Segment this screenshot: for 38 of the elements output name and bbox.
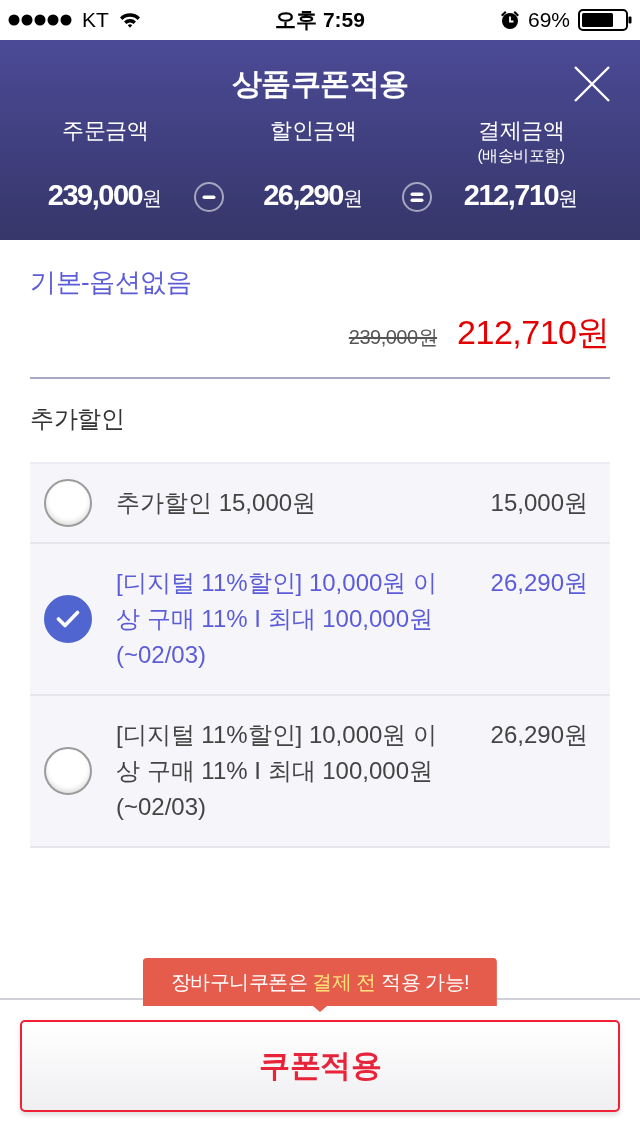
summary-amount: 212,710원 <box>463 178 579 213</box>
minus-circle-icon <box>194 181 224 212</box>
summary-label: 할인금액 <box>270 118 356 144</box>
coupon-option[interactable]: [디지털 11%할인] 10,000원 이상 구매 11% I 최대 100,000원 (~02/03) 26,290원 <box>30 696 610 848</box>
summary-label: 결제금액 <box>478 118 564 144</box>
alarm-clock-icon <box>499 10 520 30</box>
original-price: 239,000원 <box>348 325 438 350</box>
clock-time: 오후 7:59 <box>275 8 365 32</box>
notice-tooltip: 장바구니쿠폰은 결제 전 적용 가능! <box>142 958 498 1012</box>
sale-price: 212,710원 <box>457 312 610 352</box>
checkmark-icon <box>56 609 80 629</box>
apply-coupon-button[interactable]: 쿠폰적용 <box>20 1020 620 1112</box>
radio-button[interactable] <box>44 747 92 795</box>
equals-circle-icon <box>402 181 432 212</box>
battery-percentage: 69% <box>527 8 570 32</box>
wifi-icon <box>118 12 141 28</box>
product-option-name: 기본-옵션없음 <box>30 266 193 298</box>
coupon-description: [디지털 11%할인] 10,000원 이상 구매 11% I 최대 100,000원 (~02/03) <box>116 720 438 822</box>
section-title: 추가할인 <box>30 405 125 433</box>
radio-button[interactable] <box>44 479 92 527</box>
coupon-option[interactable]: 추가할인 15,000원 15,000원 <box>30 464 610 544</box>
radio-button[interactable] <box>44 595 92 643</box>
coupon-option[interactable]: [디지털 11%할인] 10,000원 이상 구매 11% I 최대 100,000원 (~02/03) 26,290원 <box>30 544 610 696</box>
coupon-amount: 26,290원 <box>490 720 588 750</box>
summary-note: (배송비포함) <box>477 147 565 165</box>
coupon-amount: 26,290원 <box>490 568 588 598</box>
battery-icon <box>578 9 632 31</box>
summary-amount: 239,000원 <box>47 178 163 213</box>
close-button[interactable] <box>574 66 610 102</box>
coupon-description: [디지털 11%할인] 10,000원 이상 구매 11% I 최대 100,000원 (~02/03) <box>116 568 438 670</box>
carrier-name: KT <box>82 8 109 32</box>
summary-amount: 26,290원 <box>263 178 363 213</box>
coupon-amount: 15,000원 <box>490 488 588 518</box>
close-icon <box>574 66 610 102</box>
coupon-description: 추가할인 15,000원 <box>116 488 318 518</box>
summary-label: 주문금액 <box>62 118 148 144</box>
page-title: 상품쿠폰적용 <box>231 66 409 102</box>
signal-strength-icon <box>8 14 72 26</box>
